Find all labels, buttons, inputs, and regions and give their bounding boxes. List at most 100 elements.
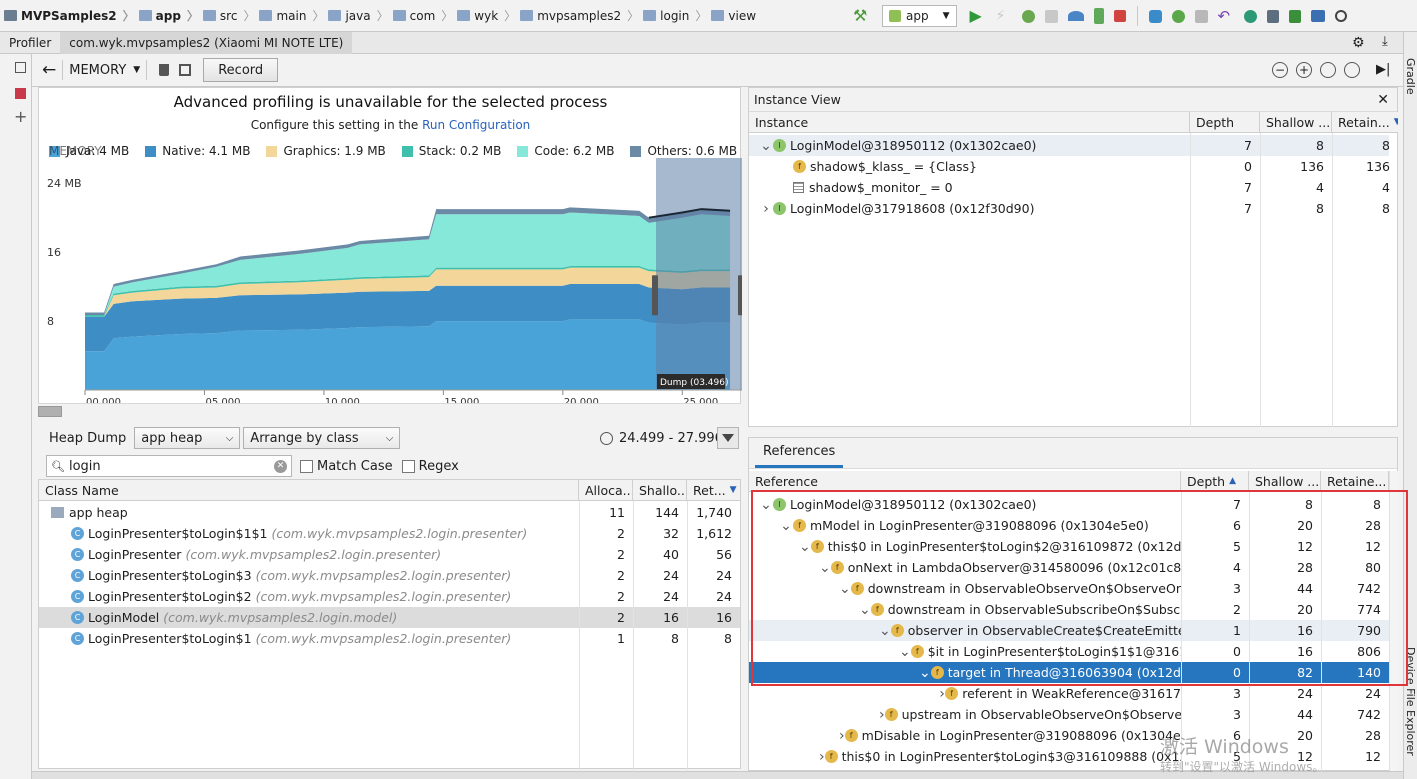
col-reference[interactable]: Reference	[749, 471, 1181, 492]
device-manager-icon[interactable]	[1266, 9, 1279, 23]
shallow-cell: 8	[1316, 138, 1324, 153]
heap-dump-icon[interactable]	[179, 64, 192, 76]
breadcrumb-item[interactable]: wyk 〉	[457, 7, 516, 24]
col-depth[interactable]: Depth	[1190, 112, 1260, 133]
breadcrumb-item[interactable]: src 〉	[202, 7, 255, 24]
breadcrumb-item[interactable]: login 〉	[643, 7, 707, 24]
tree-row[interactable]: › f referent in WeakReference@31617 3 24 24	[749, 683, 1389, 704]
tree-row[interactable]: ⌄ I LoginModel@318950112 (0x1302cae0) 7 8 8	[749, 135, 1390, 156]
sdk-manager-icon[interactable]	[1243, 9, 1257, 23]
breadcrumb-item[interactable]: MVPSamples2 〉	[4, 7, 135, 24]
gauge-icon[interactable]	[1067, 11, 1084, 21]
table-row[interactable]: C LoginPresenter$toLogin$1 (com.wyk.mvpsam…	[39, 628, 740, 649]
col-retained-size[interactable]: Ret... ▼	[687, 480, 740, 501]
sync-icon[interactable]	[1148, 9, 1162, 23]
run-config-select[interactable]: app ▼	[882, 5, 957, 27]
go-live-icon[interactable]: ▶|	[1376, 62, 1390, 78]
depth-cell: 7	[1244, 138, 1252, 153]
instance-icon: I	[773, 139, 786, 152]
depth-cell: 7	[1244, 201, 1252, 216]
table-row[interactable]: C LoginPresenter$toLogin$3 (com.wyk.mvpsam…	[39, 565, 740, 586]
attach-debugger-icon[interactable]	[1093, 8, 1104, 24]
stop-session-icon[interactable]	[15, 88, 26, 99]
col-instance[interactable]: Instance	[749, 112, 1190, 133]
gradle-tab[interactable]: Gradle	[1404, 58, 1417, 95]
close-icon[interactable]: ✕	[1377, 92, 1389, 108]
heap-select[interactable]: app heap ⌵	[134, 427, 241, 449]
depth-cell: 0	[1244, 159, 1252, 174]
expand-down-icon[interactable]: ⌄	[759, 138, 773, 154]
col-allocations[interactable]: Alloca...	[579, 480, 633, 501]
col-shallow[interactable]: Shallow ...	[1260, 112, 1332, 133]
profile-icon[interactable]	[1044, 9, 1058, 23]
breadcrumb-item[interactable]: main 〉	[259, 7, 324, 24]
table-row[interactable]: C LoginPresenter$toLogin$1$1 (com.wyk.mvps…	[39, 523, 740, 544]
project-structure-icon[interactable]	[1310, 10, 1325, 22]
table-row[interactable]: C LoginPresenter (com.wyk.mvpsamples2.logi…	[39, 544, 740, 565]
breadcrumb-item[interactable]: com 〉	[392, 7, 453, 24]
col-shallow-size[interactable]: Shallo...	[633, 480, 687, 501]
tree-row[interactable]: f shadow$_klass_ = {Class} 0 136 136	[749, 156, 1390, 177]
class-icon: C	[71, 632, 84, 645]
hide-panel-icon[interactable]: ⤓	[1382, 34, 1388, 49]
expand-right-icon[interactable]: ›	[819, 749, 825, 765]
search-input[interactable]: 🔍︎ login ✕	[46, 455, 292, 477]
tab-references[interactable]: References	[755, 438, 844, 468]
breadcrumb-item[interactable]: app 〉	[138, 7, 199, 24]
stop-icon[interactable]	[1113, 10, 1126, 22]
match-case-checkbox[interactable]	[300, 459, 313, 473]
apply-changes-icon[interactable]: ⚡	[996, 8, 1012, 24]
expand-right-icon[interactable]: ›	[839, 728, 845, 744]
run-configuration-link[interactable]: Run Configuration	[422, 118, 530, 132]
tree-row[interactable]: shadow$_monitor_ = 0 7 4 4	[749, 177, 1390, 198]
hammer-icon[interactable]: ⚒	[853, 8, 869, 24]
regex-checkbox[interactable]	[401, 459, 415, 473]
scrollbar-thumb[interactable]	[38, 406, 62, 417]
trash-icon[interactable]	[159, 64, 170, 76]
table-row[interactable]: C LoginModel (com.wyk.mvpsamples2.login.mo…	[39, 607, 740, 628]
breadcrumb-item[interactable]: mvpsamples2 〉	[520, 7, 639, 24]
col-ref-retained[interactable]: Retaine...	[1321, 471, 1389, 492]
filter-icon[interactable]	[717, 427, 739, 449]
table-row[interactable]: app heap 11 144 1,740	[39, 502, 740, 523]
col-class-name[interactable]: Class Name	[39, 480, 579, 501]
tab-device-process[interactable]: com.wyk.mvpsamples2 (Xiaomi MI NOTE LTE)	[60, 31, 353, 54]
profiler-view-select[interactable]: MEMORY ▼	[69, 63, 140, 78]
add-session-icon[interactable]: +	[14, 107, 27, 126]
tree-row[interactable]: › f mDisable in LoginPresenter@319088096 (…	[749, 725, 1389, 746]
record-button[interactable]: Record	[203, 58, 279, 82]
zoom-in-icon[interactable]: +	[1296, 62, 1312, 78]
undo-icon[interactable]: ↶	[1218, 8, 1234, 24]
breadcrumb-item[interactable]: view	[711, 9, 756, 23]
avd-manager-icon[interactable]	[1194, 9, 1208, 23]
table-row[interactable]: C LoginPresenter$toLogin$2 (com.wyk.mvpsam…	[39, 586, 740, 607]
timeline-scrollbar[interactable]	[38, 403, 741, 420]
col-retained[interactable]: Retain...▼	[1332, 112, 1398, 133]
retained-cell: 8	[1382, 201, 1390, 216]
clear-search-icon[interactable]: ✕	[274, 459, 287, 473]
tab-profiler[interactable]: Profiler	[0, 32, 60, 54]
search-icon[interactable]	[1334, 10, 1347, 22]
col-ref-depth[interactable]: Depth ▲	[1181, 471, 1249, 492]
run-icon[interactable]: ▶	[970, 8, 986, 24]
vcs-icon[interactable]	[1171, 9, 1185, 23]
sessions-icon[interactable]	[15, 62, 26, 73]
selection-range[interactable]	[655, 158, 742, 390]
tree-row[interactable]: › f upstream in ObservableObserveOn$Observ…	[749, 704, 1389, 725]
tree-row[interactable]: › I LoginModel@317918608 (0x12f30d90) 7 8 8	[749, 198, 1390, 219]
reset-zoom-icon[interactable]	[1320, 62, 1336, 78]
col-ref-shallow[interactable]: Shallow ...	[1249, 471, 1321, 492]
breadcrumb-item[interactable]: java 〉	[328, 7, 389, 24]
memory-plot[interactable]: 24 MB16800.00005.00010.00015.00020.00025…	[39, 158, 742, 408]
selection-handle[interactable]	[738, 275, 742, 316]
zoom-out-icon[interactable]: −	[1272, 62, 1288, 78]
expand-right-icon[interactable]: ›	[879, 707, 885, 723]
sdk-download-icon[interactable]	[1288, 9, 1301, 23]
debug-icon[interactable]	[1021, 9, 1035, 23]
back-arrow-icon[interactable]: ←	[42, 60, 56, 80]
selection-handle[interactable]	[651, 275, 658, 316]
expand-right-icon[interactable]: ›	[759, 201, 773, 217]
arrange-select[interactable]: Arrange by class ⌵	[243, 427, 401, 449]
zoom-to-selection-icon[interactable]	[1344, 62, 1360, 78]
gear-icon[interactable]: ⚙	[1352, 35, 1365, 51]
